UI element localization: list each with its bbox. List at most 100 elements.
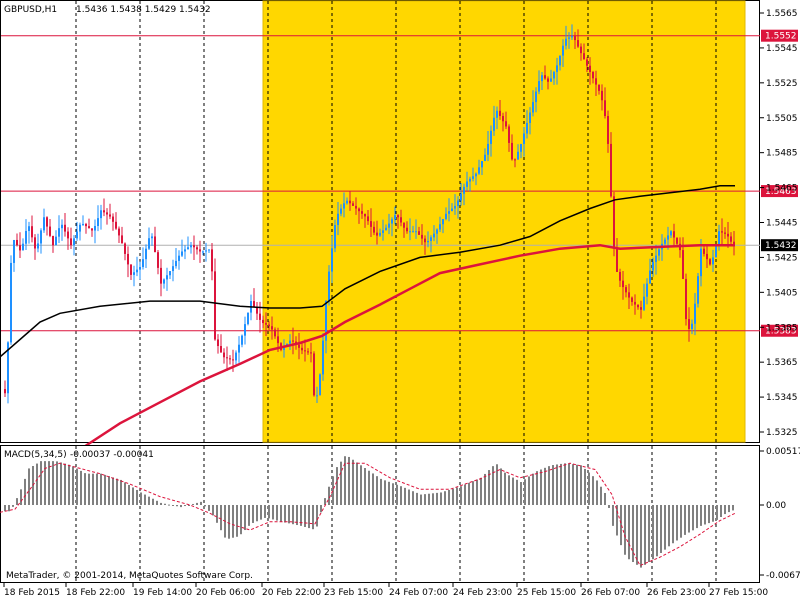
candle-bull [82, 223, 84, 225]
candle-bull [541, 75, 543, 82]
candle-bull [391, 219, 393, 224]
candle-bull [658, 249, 660, 256]
candle-bear [229, 358, 231, 360]
macd-bar [116, 478, 118, 505]
macd-bar [560, 463, 562, 505]
candle-bull [334, 225, 336, 249]
candle-bear [589, 65, 591, 73]
price-tick-label: 1.5505 [766, 114, 798, 124]
candle-bull [394, 215, 396, 220]
macd-bar [708, 505, 710, 524]
macd-bar [144, 494, 146, 505]
macd-bar [660, 505, 662, 553]
candle-bear [640, 307, 642, 310]
price-tick-label: 1.5385 [766, 323, 798, 333]
candle-bear [160, 267, 162, 284]
macd-bar [684, 505, 686, 535]
candle-bear [124, 243, 126, 254]
candle-bear [406, 227, 408, 232]
macd-bar [240, 505, 242, 535]
candle-bear [688, 319, 690, 329]
candle-bull [454, 205, 456, 209]
macd-bar [308, 505, 310, 529]
candle-bear [109, 214, 111, 217]
macd-bar [28, 468, 30, 505]
candle-bear [265, 323, 267, 325]
macd-bar [428, 493, 430, 505]
candle-bear [508, 126, 510, 143]
candle-bear [505, 121, 507, 127]
candle-bear [301, 347, 303, 351]
candle-bear [397, 215, 399, 218]
candle-bull [346, 200, 348, 204]
macd-bar [352, 459, 354, 505]
candle-bull [385, 227, 387, 231]
macd-bar [616, 505, 618, 536]
candle-bull [451, 208, 453, 212]
macd-bar [148, 496, 150, 505]
candle-bear [727, 233, 729, 237]
copyright-label: MetaTrader, © 2001-2014, MetaQuotes Soft… [6, 571, 253, 581]
macd-bar [112, 477, 114, 505]
candle-bull [517, 151, 519, 160]
macd-bar [288, 505, 290, 524]
candle-bull [445, 213, 447, 220]
macd-bar [580, 465, 582, 505]
candle-bear [364, 213, 366, 217]
candle-bull [241, 335, 243, 345]
candle-bear [601, 90, 603, 101]
macd-bar [584, 468, 586, 505]
macd-bar [316, 505, 318, 527]
price-chart-svg[interactable]: 1.55521.54631.53831.5432 1.55651.55451.5… [0, 0, 800, 600]
candle-bull [430, 237, 432, 242]
macd-bar [500, 468, 502, 505]
candle-bull [37, 243, 39, 249]
macd-bar [168, 504, 170, 506]
macd-bar [172, 505, 174, 506]
price-tick-label: 1.5425 [766, 253, 798, 263]
macd-bar [672, 505, 674, 544]
candle-bear [91, 228, 93, 231]
candle-bull [691, 323, 693, 329]
candle-bull [58, 228, 60, 237]
chart-window[interactable]: 1.5552 1.5463 1.5383 1.5432 1.5565 1.5545 1.5… [0, 0, 800, 600]
candle-bull [571, 36, 573, 38]
macd-bar [320, 505, 322, 513]
macd-bar [548, 466, 550, 505]
candle-bear [103, 210, 105, 213]
candle-bear [349, 200, 351, 204]
macd-bar [164, 503, 166, 505]
candle-bull [538, 81, 540, 92]
macd-bar [100, 473, 102, 505]
time-tick-label: 18 Feb 22:00 [66, 588, 125, 598]
candle-bear [88, 226, 90, 229]
macd-bar [208, 505, 210, 511]
candle-bear [115, 221, 117, 229]
macd-bar [60, 462, 62, 505]
macd-bar [304, 505, 306, 527]
candle-bear [634, 301, 636, 305]
candle-bull [718, 231, 720, 245]
candle-bear [370, 221, 372, 227]
time-tick-label: 24 Feb 23:00 [453, 588, 512, 598]
candle-bear [424, 238, 426, 243]
macd-bar [272, 505, 274, 520]
macd-bar [260, 505, 262, 520]
candle-bull [97, 218, 99, 226]
price-tick-label: 1.5445 [766, 219, 798, 229]
candle-bull [382, 230, 384, 233]
candle-bull [340, 208, 342, 214]
candle-bull [238, 344, 240, 353]
macd-axis: 0.00517 0.00 -0.00671 [760, 447, 800, 581]
candle-bull [649, 270, 651, 284]
candle-bull [142, 259, 144, 268]
candle-bear [19, 245, 21, 251]
macd-bar [588, 472, 590, 505]
candle-bull [205, 250, 207, 252]
macd-bar [568, 463, 570, 505]
macd-bar [512, 477, 514, 505]
macd-bar [276, 505, 278, 521]
candle-bear [277, 336, 279, 344]
time-tick-label: 18 Feb 2015 [4, 588, 60, 598]
candle-bear [127, 253, 129, 265]
